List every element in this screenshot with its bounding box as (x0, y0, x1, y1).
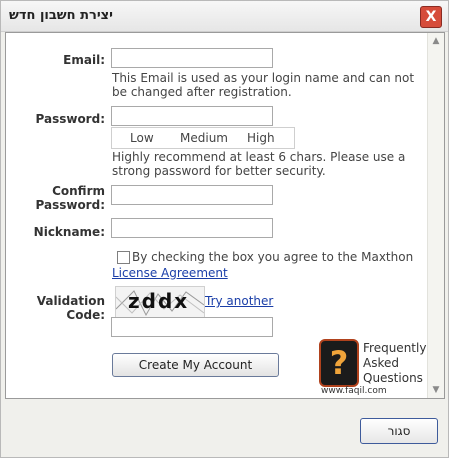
faq-logo: ? Frequently Asked Questions www.faqil.c… (317, 338, 427, 396)
scroll-down-arrow-icon[interactable]: ▼ (430, 384, 442, 396)
faq-line-2: Asked (363, 356, 399, 370)
dialog-title: יצירת חשבון חדש (9, 8, 113, 23)
vertical-scrollbar[interactable]: ▲ ▼ (427, 33, 444, 398)
nickname-label: Nickname: (33, 225, 105, 239)
confirm-label-line-2: Password: (35, 198, 106, 212)
strength-medium: Medium (180, 131, 228, 145)
email-label: Email: (63, 53, 105, 67)
confirm-password-input[interactable] (111, 185, 273, 205)
validation-label-line-2: Code: (66, 308, 105, 322)
password-input[interactable] (111, 106, 273, 126)
email-input[interactable] (111, 48, 273, 68)
registration-form: Email: This Email is used as your login … (5, 32, 445, 399)
question-mark-icon: ? (319, 339, 359, 387)
faq-logo-text: Frequently Asked Questions (363, 341, 426, 386)
agreement-checkbox[interactable] (117, 251, 130, 264)
close-dialog-button[interactable]: סגור (360, 418, 438, 444)
captcha-image: zddx (115, 286, 205, 318)
validation-label-line-1: Validation (36, 294, 105, 308)
password-label: Password: (35, 112, 106, 126)
password-strength-meter: Low Medium High (111, 127, 295, 149)
password-note: Highly recommend at least 6 chars. Pleas… (112, 150, 406, 178)
scroll-up-arrow-icon[interactable]: ▲ (430, 35, 442, 47)
faq-line-1: Frequently (363, 341, 427, 355)
faq-url: www.faqil.com (321, 386, 387, 396)
email-note: This Email is used as your login name an… (112, 71, 415, 99)
agreement-text: By checking the box you agree to the Max… (132, 250, 414, 264)
license-agreement-link[interactable]: License Agreement (112, 266, 228, 280)
nickname-input[interactable] (111, 218, 273, 238)
captcha-text: zddx (128, 289, 190, 313)
create-account-button[interactable]: Create My Account (112, 353, 279, 377)
close-button[interactable]: X (420, 6, 442, 28)
validation-code-input[interactable] (111, 317, 273, 337)
confirm-label-line-1: Confirm (52, 184, 105, 198)
try-another-link[interactable]: Try another (205, 294, 273, 308)
dialog-window: יצירת חשבון חדש X Email: This Email is u… (0, 0, 449, 458)
faq-line-3: Questions (363, 371, 423, 385)
strength-low: Low (130, 131, 154, 145)
title-bar: יצירת חשבון חדש X (1, 1, 448, 32)
strength-high: High (247, 131, 275, 145)
